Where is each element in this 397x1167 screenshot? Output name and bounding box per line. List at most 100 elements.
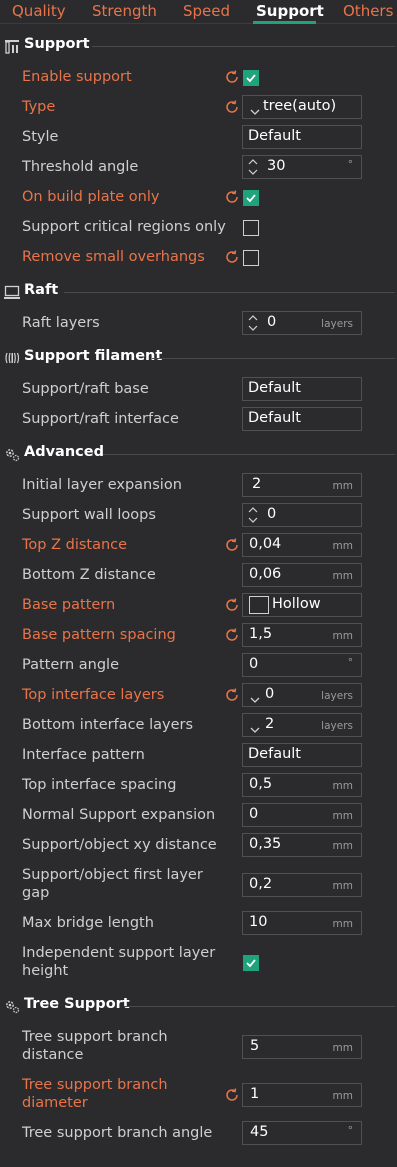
setting-label: On build plate only	[22, 189, 160, 205]
setting-label: Support/raft interface	[22, 411, 179, 427]
style-select[interactable]: Default	[242, 125, 362, 149]
raft-base-select[interactable]: Default	[242, 377, 362, 401]
section-title: Tree Support	[24, 996, 130, 1012]
spin-arrows-icon[interactable]	[247, 158, 259, 176]
unit-label: mm	[332, 480, 353, 492]
branch-angle-input[interactable]: 45 °	[242, 1121, 362, 1145]
max-bridge-input[interactable]: 10 mm	[242, 911, 362, 935]
top-interface-spacing-input[interactable]: 0,5 mm	[242, 773, 362, 797]
chevron-down-icon	[250, 722, 260, 733]
unit-label: layers	[321, 690, 353, 702]
setting-label-line2: gap	[22, 885, 50, 901]
section-support-header: Support	[0, 35, 397, 57]
setting-label: Support wall loops	[22, 507, 156, 523]
section-title: Support	[24, 36, 90, 52]
support-icon	[4, 38, 20, 54]
branch-distance-value: 5	[250, 1038, 260, 1054]
raft-base-value: Default	[248, 380, 301, 396]
setting-label: Support/raft base	[22, 381, 149, 397]
unit-label: mm	[332, 630, 353, 642]
hollow-pattern-icon	[249, 596, 269, 614]
setting-label: Bottom Z distance	[22, 567, 156, 583]
top-interface-layers-select[interactable]: 0 layers	[242, 683, 362, 707]
reset-icon[interactable]	[224, 249, 240, 265]
raft-interface-select[interactable]: Default	[242, 407, 362, 431]
reset-icon[interactable]	[224, 687, 240, 703]
bottom-z-value: 0,06	[249, 566, 282, 582]
top-z-input[interactable]: 0,04 mm	[242, 533, 362, 557]
wall-loops-value: 0	[267, 506, 277, 522]
branch-distance-input[interactable]: 5 mm	[242, 1035, 362, 1059]
bottom-z-input[interactable]: 0,06 mm	[242, 563, 362, 587]
bottom-interface-layers-select[interactable]: 2 layers	[242, 713, 362, 737]
pattern-angle-input[interactable]: 0 °	[242, 653, 362, 677]
base-pattern-value: Hollow	[272, 596, 321, 612]
setting-label: Style	[22, 129, 59, 145]
top-interface-layers-value: 0	[265, 686, 275, 702]
base-spacing-input[interactable]: 1,5 mm	[242, 623, 362, 647]
independent-height-checkbox[interactable]	[243, 955, 259, 971]
tab-support[interactable]: Support	[256, 2, 324, 20]
wall-loops-input[interactable]: 0	[242, 503, 362, 527]
setting-label-line2: distance	[22, 1047, 84, 1063]
setting-label: Support critical regions only	[22, 219, 226, 235]
first-layer-gap-input[interactable]: 0,2 mm	[242, 873, 362, 897]
reset-icon[interactable]	[224, 627, 240, 643]
unit-label: layers	[321, 318, 353, 330]
setting-label: Max bridge length	[22, 915, 154, 931]
bottom-interface-layers-value: 2	[265, 716, 275, 732]
divider	[92, 46, 395, 47]
interface-pattern-value: Default	[248, 746, 301, 762]
remove-small-overhangs-checkbox[interactable]	[243, 250, 259, 266]
interface-pattern-select[interactable]: Default	[242, 743, 362, 767]
setting-label: Pattern angle	[22, 657, 120, 673]
normal-expansion-input[interactable]: 0 mm	[242, 803, 362, 827]
unit-label: °	[347, 1125, 353, 1137]
type-select[interactable]: tree(auto)	[242, 95, 362, 119]
initial-expansion-input[interactable]: 2 mm	[242, 473, 362, 497]
chevron-down-icon	[250, 104, 260, 115]
gear-icon	[4, 998, 20, 1014]
setting-label: Remove small overhangs	[22, 249, 205, 265]
reset-icon[interactable]	[224, 537, 240, 553]
raft-interface-value: Default	[248, 410, 301, 426]
raft-layers-input[interactable]: 0 layers	[242, 311, 362, 335]
setting-label: Initial layer expansion	[22, 477, 182, 493]
tab-speed[interactable]: Speed	[183, 2, 230, 20]
setting-label: Independent support layer	[22, 945, 216, 961]
top-interface-spacing-value: 0,5	[249, 776, 273, 792]
tab-strength[interactable]: Strength	[92, 2, 157, 20]
unit-label: mm	[332, 1090, 353, 1102]
threshold-angle-input[interactable]: 30 °	[242, 155, 362, 179]
style-value: Default	[248, 128, 301, 144]
section-filament-header: Support filament	[0, 347, 397, 369]
setting-label: Top Z distance	[22, 537, 128, 553]
setting-label: Support/object first layer	[22, 867, 203, 883]
on-build-plate-checkbox[interactable]	[243, 190, 259, 206]
setting-label: Threshold angle	[22, 159, 139, 175]
base-pattern-select[interactable]: Hollow	[242, 593, 362, 617]
setting-label: Base pattern spacing	[22, 627, 176, 643]
section-title: Advanced	[24, 444, 104, 460]
section-title: Raft	[24, 282, 59, 298]
enable-support-checkbox[interactable]	[243, 70, 259, 86]
reset-icon[interactable]	[224, 1087, 240, 1103]
reset-icon[interactable]	[224, 99, 240, 115]
reset-icon[interactable]	[224, 69, 240, 85]
xy-distance-input[interactable]: 0,35 mm	[242, 833, 362, 857]
branch-diameter-value: 1	[250, 1086, 260, 1102]
reset-icon[interactable]	[224, 189, 240, 205]
tab-quality[interactable]: Quality	[12, 2, 66, 20]
section-advanced-header: Advanced	[0, 443, 397, 465]
tab-others[interactable]: Others	[343, 2, 393, 20]
branch-diameter-input[interactable]: 1 mm	[242, 1083, 362, 1107]
unit-label: mm	[332, 840, 353, 852]
pattern-angle-value: 0	[249, 656, 259, 672]
spin-arrows-icon[interactable]	[247, 314, 259, 332]
setting-label: Tree support branch	[22, 1077, 168, 1093]
spin-arrows-icon[interactable]	[247, 506, 259, 524]
setting-label: Normal Support expansion	[22, 807, 216, 823]
reset-icon[interactable]	[224, 597, 240, 613]
critical-regions-checkbox[interactable]	[243, 220, 259, 236]
unit-label: mm	[332, 570, 353, 582]
